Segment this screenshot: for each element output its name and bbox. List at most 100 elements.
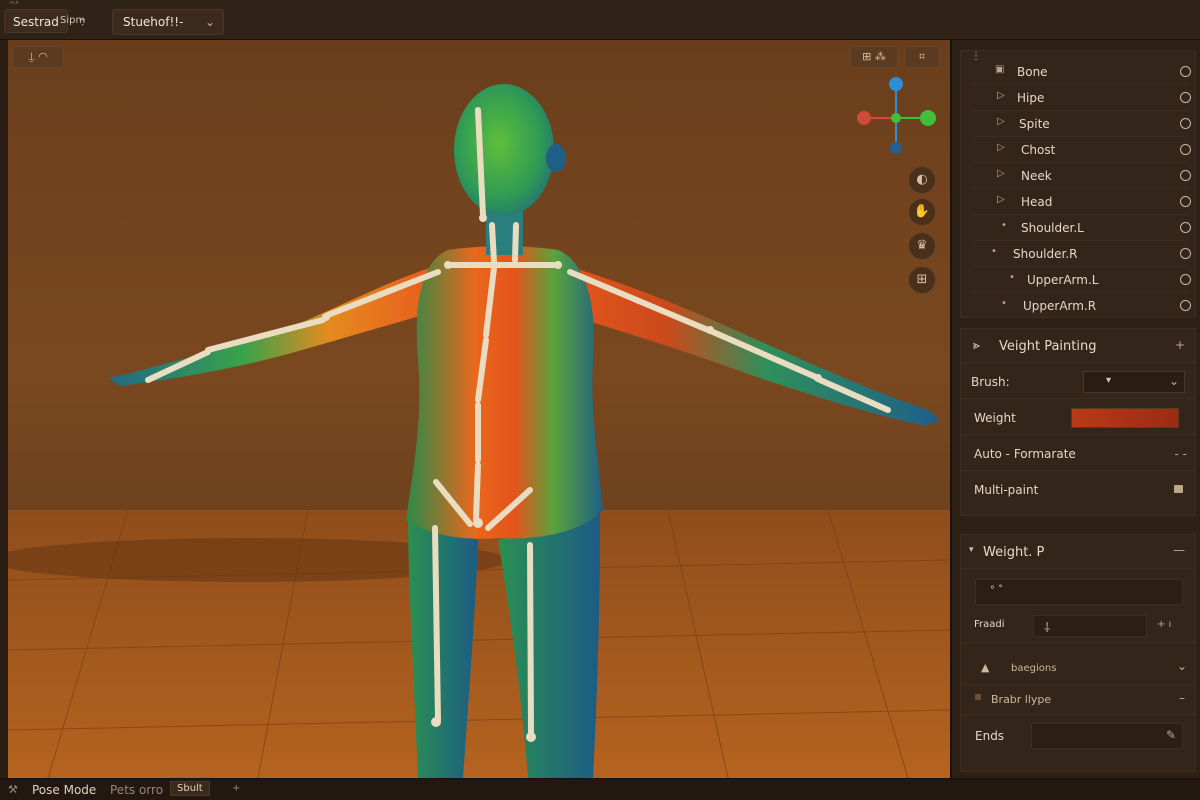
fraadi-field[interactable]: ⸸ bbox=[1033, 615, 1147, 637]
tree-item-label: Head bbox=[1021, 195, 1053, 209]
tree-item-spite[interactable]: ▷ Spite bbox=[971, 111, 1191, 137]
visibility-icon[interactable] bbox=[1180, 300, 1191, 311]
expand-icon[interactable]: ▷ bbox=[997, 142, 1005, 153]
weight-value-text: ° ˚ bbox=[990, 585, 1004, 596]
grid-tool-icon[interactable]: ⊞ bbox=[908, 266, 936, 294]
outliner: ⋮ ▣ Bone ▷ Hipe ▷ Spite ▷ Chost ▷ Neek ▷… bbox=[960, 50, 1196, 318]
chevron-down-icon: ⌄ bbox=[1168, 374, 1179, 388]
tree-item-shoulder-l[interactable]: • Shoulder.L bbox=[971, 215, 1191, 241]
grid-button[interactable]: ⌗ bbox=[904, 46, 940, 68]
brush-select[interactable]: ▾ ⌄ bbox=[1083, 371, 1185, 393]
brush-row: Brush: ▾ ⌄ bbox=[961, 365, 1197, 399]
bone-dot-icon: • bbox=[991, 246, 997, 257]
collapse-icon: ▾ bbox=[969, 545, 974, 555]
visibility-icon[interactable] bbox=[1180, 274, 1191, 285]
ends-row: Ends ✎ bbox=[961, 717, 1197, 755]
expand-icon[interactable]: ▷ bbox=[997, 90, 1005, 101]
regions-label: baegions bbox=[1011, 663, 1057, 674]
sub-tab[interactable]: Sipm̴̦ bbox=[52, 9, 93, 33]
panel-title: Weight. P bbox=[983, 545, 1045, 560]
hand-tool-icon[interactable]: ✋ bbox=[908, 198, 936, 226]
brabr-label: Brabr llype bbox=[991, 693, 1052, 706]
minimize-icon[interactable]: – bbox=[1179, 691, 1185, 705]
tree-item-upperarm-l[interactable]: • UpperArm.L bbox=[971, 267, 1191, 293]
multi-paint-row[interactable]: Multi-paint bbox=[961, 473, 1197, 507]
scene-dropdown[interactable]: Stuehof!!- ⌄ bbox=[112, 9, 224, 35]
weight-painting-header[interactable]: ⪢ Veight Painting + bbox=[961, 329, 1197, 363]
viewport-shading-button[interactable]: ⍊ ◠ bbox=[12, 46, 64, 68]
visibility-icon[interactable] bbox=[1180, 118, 1191, 129]
brabr-row[interactable]: Brabr llype – bbox=[961, 685, 1197, 715]
visibility-icon[interactable] bbox=[1180, 222, 1191, 233]
tree-item-label: UpperArm.R bbox=[1023, 299, 1097, 313]
collapse-icon: ⪢ bbox=[973, 338, 980, 352]
visibility-icon[interactable] bbox=[1180, 66, 1191, 77]
fraadi-plus-button[interactable]: + ı bbox=[1157, 619, 1171, 630]
top-bar: ᴿᴸᴮ Sestrad Sipm̴̦ Stuehof!!- ⌄ bbox=[0, 0, 1200, 40]
tree-item-label: Shoulder.R bbox=[1013, 247, 1078, 261]
orbit-tool-icon[interactable]: ◐ bbox=[908, 166, 936, 194]
weight-label: Weight bbox=[974, 411, 1016, 425]
visibility-icon[interactable] bbox=[1180, 248, 1191, 259]
pencil-icon[interactable]: ✎ bbox=[1166, 728, 1176, 742]
tree-item-chost[interactable]: ▷ Chost bbox=[971, 137, 1191, 163]
tree-item-upperarm-r[interactable]: • UpperArm.R bbox=[971, 293, 1191, 319]
crown-tool-icon[interactable]: ♛ bbox=[908, 232, 936, 260]
brush-label: Brush: bbox=[971, 375, 1010, 389]
weight-color-slider[interactable] bbox=[1071, 408, 1179, 428]
head bbox=[454, 84, 554, 216]
chevron-down-icon: ⌄ bbox=[1176, 659, 1187, 673]
panel-title: Veight Painting bbox=[999, 339, 1097, 354]
tiny-label: ᴿᴸᴮ bbox=[10, 0, 19, 8]
tree-item-neek[interactable]: ▷ Neek bbox=[971, 163, 1191, 189]
fraadi-row: Fraadi ⸸ + ı bbox=[961, 609, 1197, 643]
scene-dropdown-value: Stuehof!!- bbox=[123, 15, 184, 29]
bullet-icon bbox=[975, 694, 981, 700]
auto-normalize-label: Auto - Formarate bbox=[974, 447, 1076, 461]
weight-panel: ▾ Weight. P — ° ˚ Fraadi ⸸ + ı ▲ baegion… bbox=[960, 534, 1197, 772]
tree-item-shoulder-r[interactable]: • Shoulder.R bbox=[971, 241, 1191, 267]
status-bar: ⚒ Pose Mode Pets orro Sbult + bbox=[0, 778, 1200, 800]
weight-painting-panel: ⪢ Veight Painting + Brush: ▾ ⌄ Weight Au… bbox=[960, 328, 1197, 516]
weight-panel-header[interactable]: ▾ Weight. P — bbox=[961, 535, 1197, 569]
chevron-down-icon: ⌄ bbox=[204, 15, 215, 29]
minimize-icon[interactable]: — bbox=[1173, 543, 1185, 557]
tree-item-label: Neek bbox=[1021, 169, 1052, 183]
bone-dot-icon: • bbox=[1001, 220, 1007, 231]
visibility-icon[interactable] bbox=[1180, 170, 1191, 181]
overlay-button[interactable]: ⊞ ⁂ bbox=[850, 46, 898, 68]
tree-item-label: Shoulder.L bbox=[1021, 221, 1084, 235]
expand-icon[interactable]: ▷ bbox=[997, 116, 1005, 127]
add-tab-button[interactable]: + bbox=[232, 783, 240, 794]
visibility-icon[interactable] bbox=[1180, 144, 1191, 155]
pin-icon[interactable]: + bbox=[1175, 338, 1185, 352]
checkbox-icon[interactable] bbox=[1174, 485, 1183, 493]
auto-normalize-value: - - bbox=[1174, 447, 1187, 461]
scene-svg bbox=[8, 77, 950, 778]
weight-value-field[interactable]: ° ˚ bbox=[975, 579, 1183, 605]
ends-field[interactable]: ✎ bbox=[1031, 723, 1183, 749]
bone-dot-icon: • bbox=[1001, 298, 1007, 309]
tree-item-head[interactable]: ▷ Head bbox=[971, 189, 1191, 215]
weight-row: Weight bbox=[961, 401, 1197, 435]
mode-label[interactable]: Pose Mode bbox=[32, 783, 96, 797]
expand-icon[interactable]: ▷ bbox=[997, 194, 1005, 205]
tree-item-label: Bone bbox=[1017, 65, 1048, 79]
torso bbox=[406, 246, 603, 539]
visibility-icon[interactable] bbox=[1180, 196, 1191, 207]
fraadi-value: ⸸ bbox=[1044, 621, 1051, 636]
brush-select-value: ▾ bbox=[1106, 375, 1112, 386]
tree-item-hipe[interactable]: ▷ Hipe bbox=[971, 85, 1191, 111]
bone-dot-icon: • bbox=[1009, 272, 1015, 283]
auto-normalize-row[interactable]: Auto - Formarate - - bbox=[961, 437, 1197, 471]
pets-label[interactable]: Pets orro bbox=[110, 783, 163, 797]
3d-viewport[interactable]: ⍊ ◠ ⊞ ⁂ ⌗ ◐ ✋ ♛ ⊞ bbox=[8, 40, 950, 778]
sbult-tab[interactable]: Sbult bbox=[170, 781, 210, 796]
regions-row[interactable]: ▲ baegions ⌄ bbox=[961, 651, 1197, 685]
expand-icon[interactable]: ▷ bbox=[997, 168, 1005, 179]
tree-item-bone[interactable]: ▣ Bone bbox=[971, 59, 1191, 85]
visibility-icon[interactable] bbox=[1180, 92, 1191, 103]
tree-item-label: Spite bbox=[1019, 117, 1050, 131]
fraadi-label: Fraadi bbox=[974, 619, 1005, 630]
left-arm bbox=[108, 262, 448, 386]
